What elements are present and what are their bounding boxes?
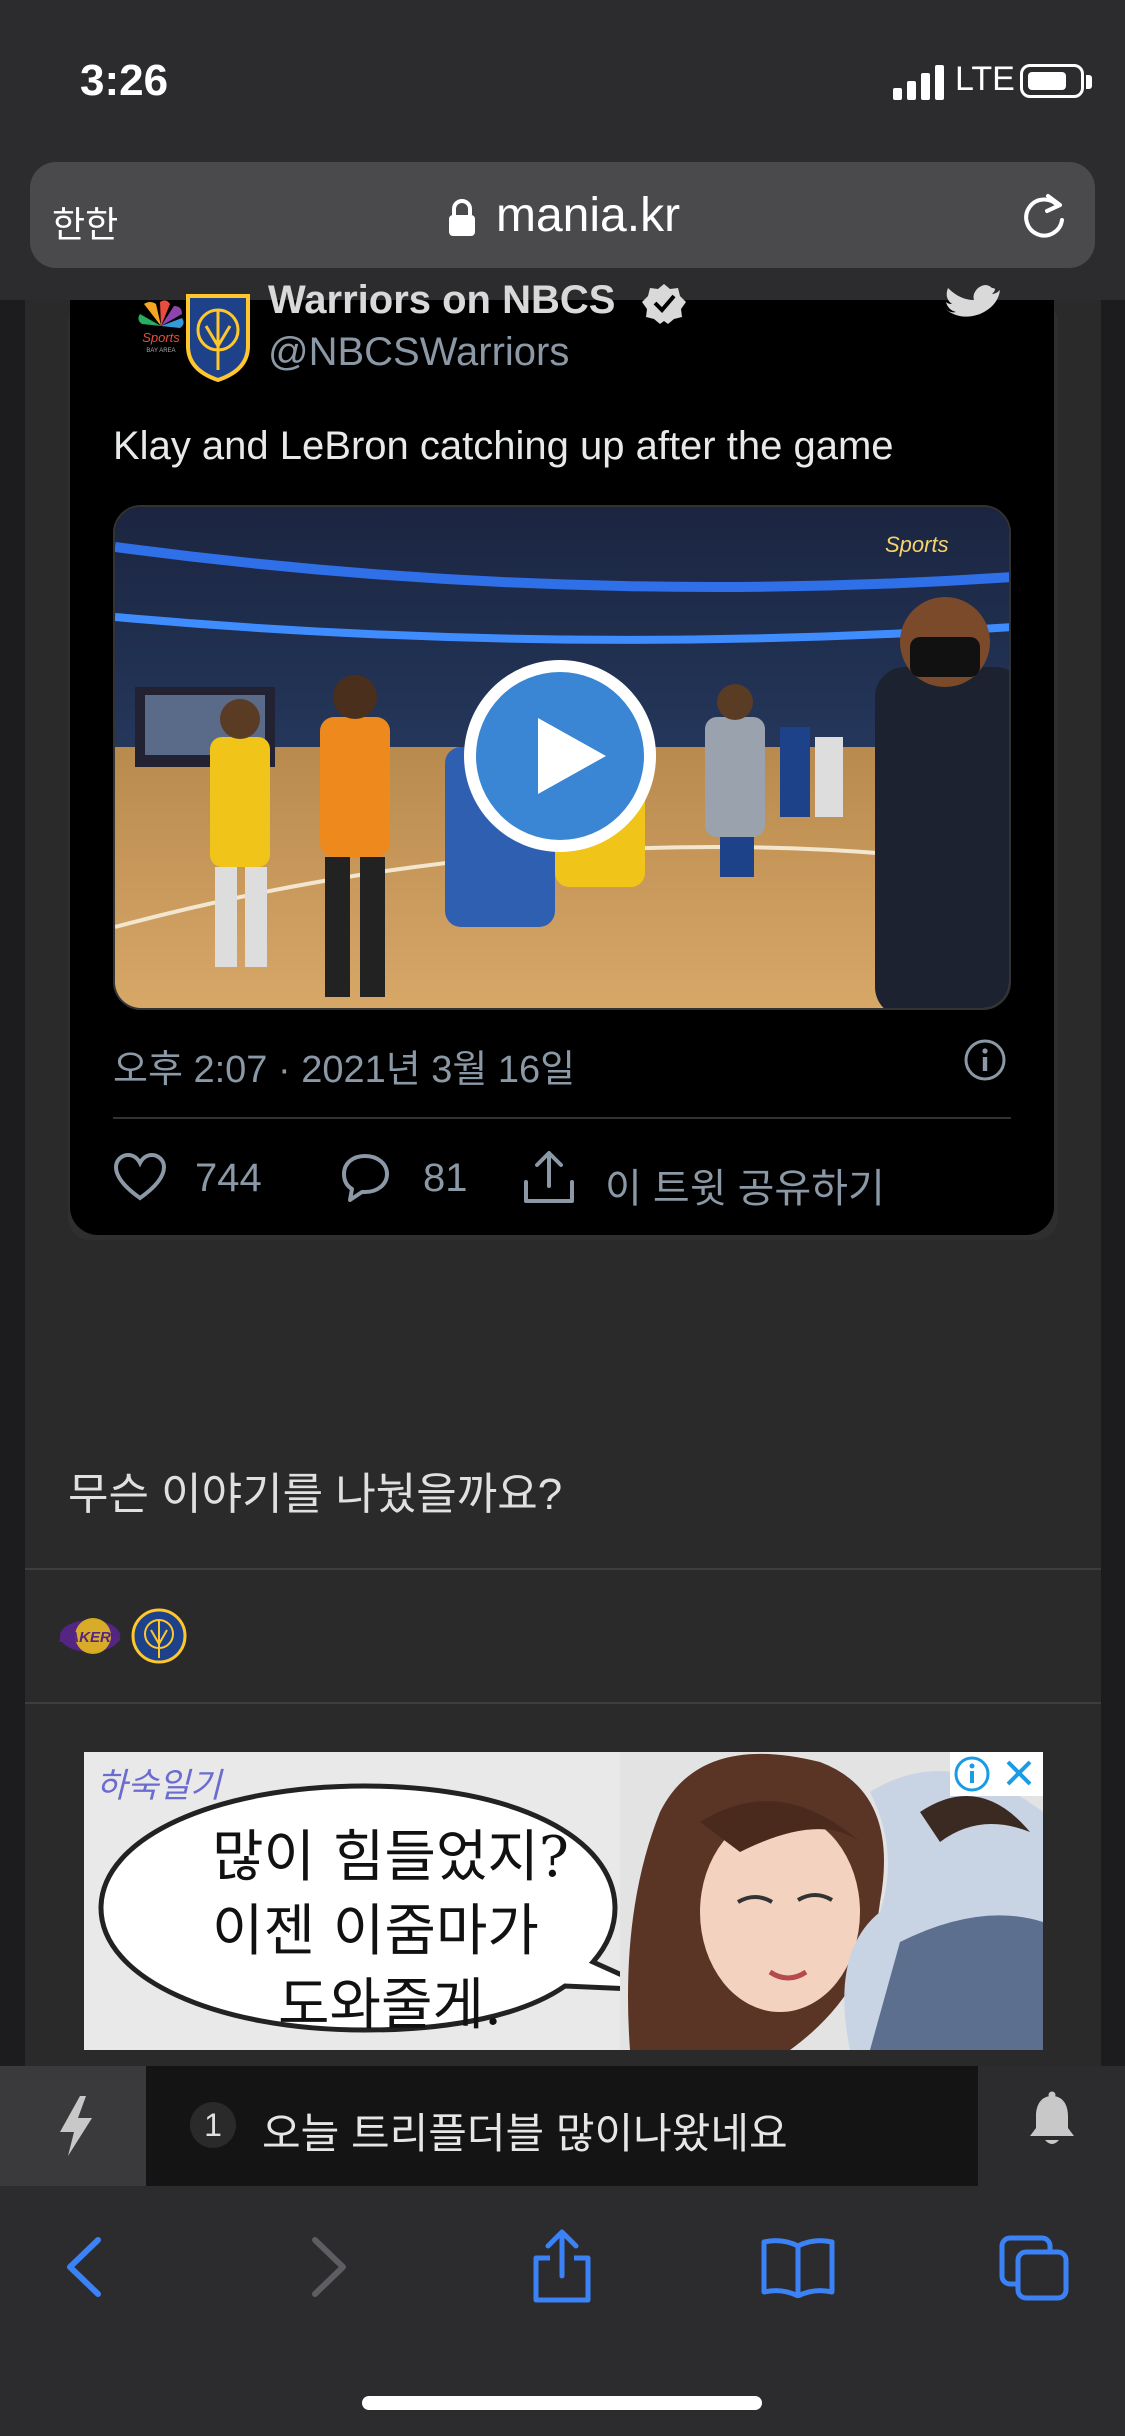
heart-icon[interactable]	[113, 1152, 167, 1202]
reply-count: 81	[423, 1156, 468, 1200]
home-indicator[interactable]	[362, 2396, 762, 2410]
tweet-timestamp[interactable]: 오후 2:07 · 2021년 3월 16일	[113, 1038, 575, 1093]
notification-text[interactable]: 오늘 트리플더블 많이나왔네요	[262, 2100, 788, 2161]
battery-icon	[1020, 64, 1084, 98]
tweet-divider	[113, 1117, 1011, 1119]
bolt-icon[interactable]	[54, 2094, 98, 2158]
verified-badge-icon	[642, 284, 686, 324]
page-settings-button[interactable]: 한한	[52, 196, 118, 248]
svg-text:Sports: Sports	[142, 330, 180, 345]
like-count: 744	[195, 1156, 262, 1200]
share-tweet-label[interactable]: 이 트윗 공유하기	[605, 1156, 885, 1214]
ad-text-line: 도와줄게.	[278, 1973, 502, 2038]
forward-arrow-icon[interactable]	[305, 2236, 351, 2298]
status-time: 3:26	[80, 56, 169, 105]
ad-text-line: 많이 힘들었지?	[212, 1825, 569, 1890]
twitter-bird-icon[interactable]	[940, 282, 1004, 322]
share-sheet-icon[interactable]	[528, 2228, 596, 2304]
lock-icon	[449, 199, 475, 236]
svg-text:LAKERS: LAKERS	[59, 1629, 121, 1646]
warriors-logo	[186, 294, 250, 382]
ad-choices-close[interactable]	[950, 1752, 1043, 1796]
lakers-logo[interactable]: LAKERS	[57, 1612, 123, 1660]
tweet-author-handle[interactable]: @NBCSWarriors	[268, 330, 569, 375]
warriors-badge-logo[interactable]	[130, 1608, 188, 1668]
info-icon[interactable]	[963, 1038, 1007, 1082]
reload-icon[interactable]	[1018, 190, 1070, 242]
bell-icon[interactable]	[1027, 2090, 1077, 2150]
network-type: LTE	[955, 60, 1015, 98]
tweet-author-name[interactable]: Warriors on NBCS	[268, 278, 615, 323]
battery-level	[1028, 72, 1066, 90]
ad-illustration	[620, 1752, 1043, 2050]
share-icon[interactable]	[520, 1148, 578, 1206]
url-text[interactable]: mania.kr	[496, 188, 680, 243]
tweet-text: Klay and LeBron catching up after the ga…	[113, 424, 894, 468]
video-watermark: Sports	[885, 532, 949, 557]
notification-count-badge: 1	[190, 2102, 236, 2148]
play-icon[interactable]	[460, 656, 660, 856]
battery-tip	[1086, 75, 1092, 89]
tabs-icon[interactable]	[998, 2234, 1070, 2302]
svg-text:BAY AREA: BAY AREA	[146, 348, 175, 354]
bookmarks-icon[interactable]	[760, 2236, 836, 2298]
ad-text-line: 이젠 이줌마가	[212, 1899, 539, 1964]
back-arrow-icon[interactable]	[62, 2236, 108, 2298]
post-body-text: 무슨 이야기를 나눴을까요?	[68, 1470, 563, 1519]
comment-icon[interactable]	[338, 1152, 392, 1202]
